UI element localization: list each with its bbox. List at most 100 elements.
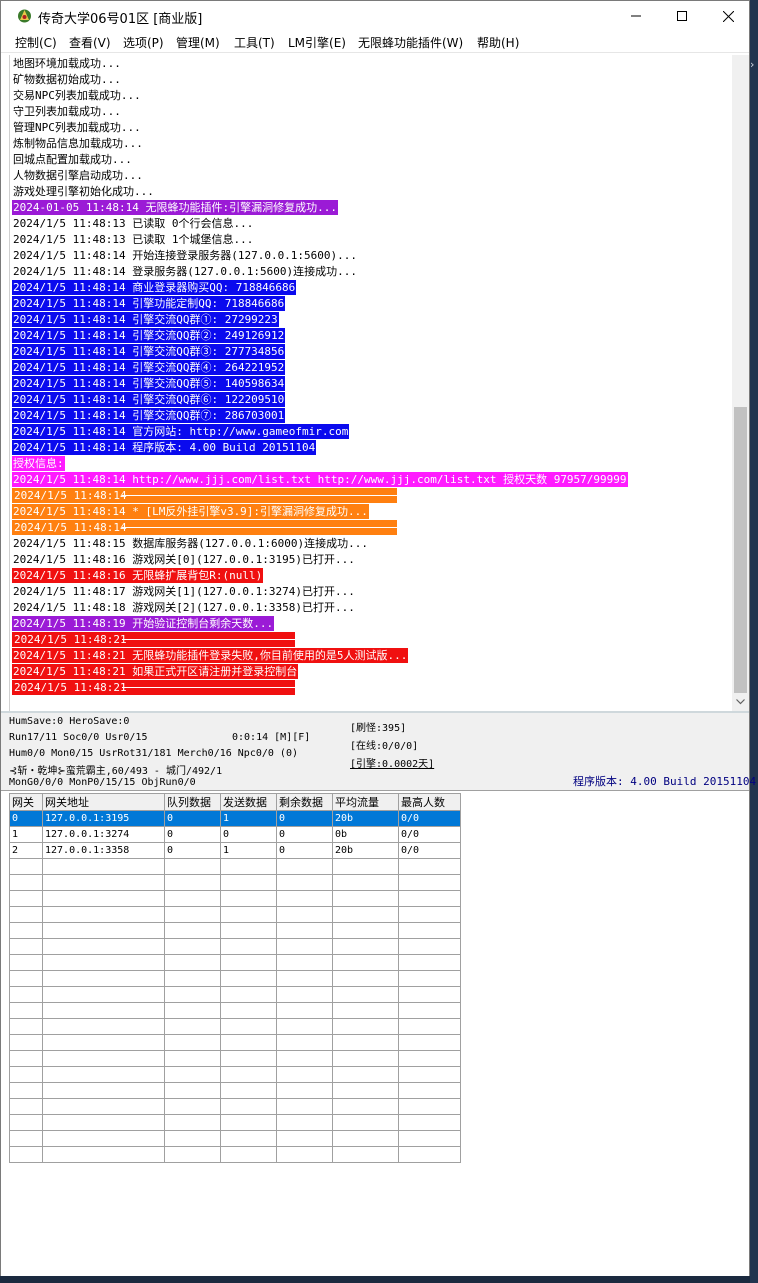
log-line: 2024/1/5 11:48:13 已读取 1个城堡信息... bbox=[13, 233, 254, 246]
col-max-users[interactable]: 最高人数 bbox=[398, 793, 461, 811]
col-gateway[interactable]: 网关 bbox=[9, 793, 43, 811]
empty-cell bbox=[332, 874, 399, 891]
log-line: 2024/1/5 11:48:14 引擎交流QQ群⑦: 286703001 bbox=[12, 408, 286, 423]
empty-cell bbox=[164, 1034, 221, 1051]
table-cell: 1 bbox=[9, 826, 43, 843]
empty-table-row[interactable] bbox=[9, 954, 461, 971]
menu-view[interactable]: 查看(V) bbox=[69, 34, 111, 51]
table-cell: 127.0.0.1:3358 bbox=[42, 842, 165, 859]
menu-manage[interactable]: 管理(M) bbox=[176, 34, 220, 51]
menu-bar: 控制(C) 查看(V) 选项(P) 管理(M) 工具(T) LM引擎(E) 无限… bbox=[1, 31, 749, 53]
empty-cell bbox=[220, 1114, 277, 1131]
empty-cell bbox=[398, 986, 461, 1003]
empty-cell bbox=[332, 858, 399, 875]
empty-cell bbox=[164, 1082, 221, 1099]
empty-cell bbox=[220, 1002, 277, 1019]
log-output[interactable]: 地图环境加载成功... 矿物数据初始成功... 交易NPC列表加载成功... 守卫列表… bbox=[9, 55, 732, 711]
empty-table-row[interactable] bbox=[9, 858, 461, 875]
log-line: 矿物数据初始成功... bbox=[13, 73, 121, 86]
save-status: HumSave:0 HeroSave:0 bbox=[9, 716, 130, 727]
empty-table-row[interactable] bbox=[9, 1034, 461, 1051]
empty-cell bbox=[42, 1098, 165, 1115]
empty-cell bbox=[398, 922, 461, 939]
log-line: 管理NPC列表加载成功... bbox=[13, 121, 141, 134]
col-sent[interactable]: 发送数据 bbox=[220, 793, 277, 811]
empty-table-row[interactable] bbox=[9, 922, 461, 939]
empty-table-row[interactable] bbox=[9, 890, 461, 907]
table-cell: 0 bbox=[164, 842, 221, 859]
menu-plugin[interactable]: 无限蜂功能插件(W) bbox=[358, 34, 463, 51]
separator-line bbox=[122, 495, 397, 496]
empty-cell bbox=[220, 922, 277, 939]
empty-table-row[interactable] bbox=[9, 1002, 461, 1019]
log-line: 回城点配置加载成功... bbox=[13, 153, 132, 166]
empty-cell bbox=[220, 1018, 277, 1035]
table-row[interactable]: 0 127.0.0.1:3195 0 1 0 20b 0/0 bbox=[9, 810, 461, 827]
engine-days-link[interactable]: [引擎:0.0002天] bbox=[350, 755, 434, 770]
empty-cell bbox=[220, 1146, 277, 1163]
menu-control[interactable]: 控制(C) bbox=[15, 34, 57, 51]
empty-cell bbox=[398, 1114, 461, 1131]
log-line: 2024-01-05 11:48:14 无限蜂功能插件:引擎漏洞修复成功... bbox=[12, 200, 338, 215]
empty-table-row[interactable] bbox=[9, 1098, 461, 1115]
empty-table-row[interactable] bbox=[9, 1018, 461, 1035]
empty-cell bbox=[42, 890, 165, 907]
empty-cell bbox=[276, 986, 333, 1003]
col-queue[interactable]: 队列数据 bbox=[164, 793, 221, 811]
close-icon bbox=[722, 10, 734, 22]
empty-cell bbox=[398, 858, 461, 875]
empty-table-row[interactable] bbox=[9, 1082, 461, 1099]
empty-table-row[interactable] bbox=[9, 906, 461, 923]
empty-cell bbox=[42, 1034, 165, 1051]
log-line: 授权信息: bbox=[12, 456, 65, 471]
log-separator-bar: 2024/1/5 11:48:21 bbox=[12, 632, 295, 647]
log-scrollbar[interactable] bbox=[732, 55, 749, 711]
gateway-table[interactable]: 网关 网关地址 队列数据 发送数据 剩余数据 平均流量 最高人数 0 127.0.… bbox=[9, 793, 461, 1163]
empty-table-row[interactable] bbox=[9, 938, 461, 955]
menu-options[interactable]: 选项(P) bbox=[123, 34, 164, 51]
col-remaining[interactable]: 剩余数据 bbox=[276, 793, 333, 811]
empty-table-row[interactable] bbox=[9, 1066, 461, 1083]
empty-table-row[interactable] bbox=[9, 970, 461, 987]
empty-table-row[interactable] bbox=[9, 1114, 461, 1131]
scrollbar-thumb[interactable] bbox=[734, 407, 747, 693]
empty-cell bbox=[9, 1018, 43, 1035]
empty-cell bbox=[276, 1018, 333, 1035]
empty-cell bbox=[332, 890, 399, 907]
empty-table-row[interactable] bbox=[9, 1146, 461, 1163]
log-line: 2024/1/5 11:48:19 开始验证控制台剩余天数... bbox=[12, 616, 275, 631]
empty-cell bbox=[332, 954, 399, 971]
empty-table-row[interactable] bbox=[9, 1130, 461, 1147]
title-bar[interactable]: 传奇大学06号01区 [商业版] bbox=[1, 1, 749, 31]
empty-cell bbox=[164, 986, 221, 1003]
empty-cell bbox=[9, 1098, 43, 1115]
log-line: 2024/1/5 11:48:15 数据库服务器(127.0.0.1:6000)… bbox=[13, 537, 369, 550]
log-line: 2024/1/5 11:48:14 引擎交流QQ群③: 277734856 bbox=[12, 344, 286, 359]
col-average-flow[interactable]: 平均流量 bbox=[332, 793, 399, 811]
empty-cell bbox=[398, 1066, 461, 1083]
log-line: 2024/1/5 11:48:14 开始连接登录服务器(127.0.0.1:56… bbox=[13, 249, 358, 262]
empty-cell bbox=[220, 874, 277, 891]
empty-table-row[interactable] bbox=[9, 1050, 461, 1067]
log-line: 地图环境加载成功... bbox=[13, 57, 121, 70]
empty-cell bbox=[220, 1066, 277, 1083]
menu-tools[interactable]: 工具(T) bbox=[234, 34, 275, 51]
empty-cell bbox=[398, 1098, 461, 1115]
empty-cell bbox=[9, 986, 43, 1003]
empty-cell bbox=[332, 970, 399, 987]
empty-cell bbox=[9, 906, 43, 923]
log-line: 2024/1/5 11:48:14 引擎交流QQ群①: 27299223 bbox=[12, 312, 279, 327]
close-button[interactable] bbox=[705, 1, 751, 31]
maximize-button[interactable] bbox=[659, 1, 705, 31]
scroll-down-button[interactable] bbox=[732, 695, 749, 709]
table-row[interactable]: 2 127.0.0.1:3358 0 1 0 20b 0/0 bbox=[9, 842, 461, 859]
empty-table-row[interactable] bbox=[9, 874, 461, 891]
minimize-button[interactable] bbox=[613, 1, 659, 31]
col-address[interactable]: 网关地址 bbox=[42, 793, 165, 811]
menu-lm-engine[interactable]: LM引擎(E) bbox=[288, 34, 346, 51]
menu-help[interactable]: 帮助(H) bbox=[477, 34, 519, 51]
empty-table-row[interactable] bbox=[9, 986, 461, 1003]
empty-cell bbox=[9, 922, 43, 939]
empty-cell bbox=[332, 986, 399, 1003]
table-row[interactable]: 1 127.0.0.1:3274 0 0 0 0b 0/0 bbox=[9, 826, 461, 843]
